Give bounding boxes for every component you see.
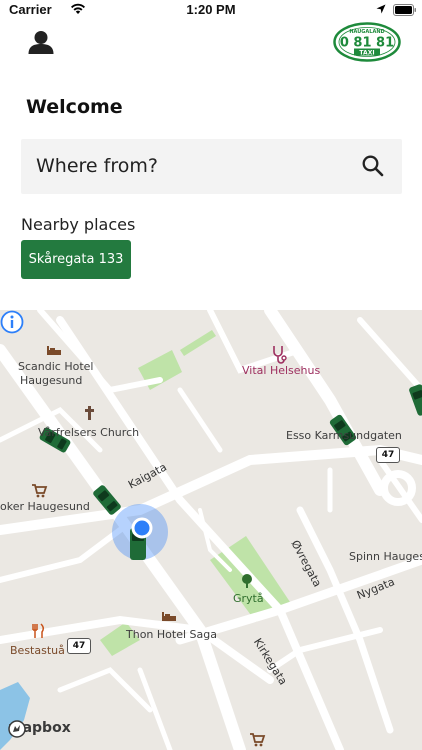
welcome-heading: Welcome — [26, 96, 123, 118]
hotel-icon — [162, 612, 176, 621]
taxi-car-icon — [409, 384, 422, 416]
map-label-scandic-1: Scandic Hotel — [18, 360, 94, 373]
map-label-spinn: Spinn Hauges — [349, 550, 422, 563]
battery-icon — [393, 4, 416, 16]
cart-icon — [32, 484, 48, 498]
logo-top-text: HAUGALAND — [349, 29, 384, 35]
road-shield: 47 — [376, 447, 400, 463]
map-label-scandic-2: Haugesund — [20, 374, 83, 387]
road — [357, 317, 422, 393]
mapbox-attribution[interactable]: mapbox — [8, 720, 71, 738]
map-label-church: Vårfrelsers Church — [38, 426, 140, 439]
logo-number: 0 81 81 — [340, 36, 394, 51]
user-location-dot — [131, 517, 153, 539]
road-shield: 47 — [67, 638, 91, 654]
road — [264, 310, 386, 496]
map-label-esso: Esso Karmsundgaten — [286, 429, 402, 442]
info-icon[interactable] — [0, 310, 24, 334]
map-label-bestastua: Bestastuå — [10, 644, 65, 657]
map-label-gryta: Grytå — [233, 592, 264, 605]
map-label-thon: Thon Hotel Saga — [126, 628, 217, 641]
status-bar: Carrier 1:20 PM — [0, 0, 422, 22]
park-strip — [180, 330, 216, 356]
road — [57, 667, 153, 713]
hotel-icon — [47, 346, 61, 355]
search-icon[interactable] — [362, 155, 384, 177]
search-bar[interactable]: Where from? — [21, 139, 402, 194]
search-placeholder[interactable]: Where from? — [36, 155, 158, 177]
location-arrow-icon — [376, 4, 386, 14]
road — [177, 387, 223, 453]
church-icon — [85, 406, 94, 420]
logo-bottom-text: TAXI — [359, 50, 374, 57]
profile-icon[interactable] — [28, 30, 54, 54]
road — [0, 527, 123, 583]
nearby-place-chip[interactable]: Skåregata 133 — [21, 240, 131, 279]
map-label-joker: oker Haugesund — [0, 500, 90, 513]
map-label-vital: Vital Helsehus — [242, 364, 321, 377]
road — [137, 667, 173, 750]
clock: 1:20 PM — [186, 2, 236, 17]
nearby-places-title: Nearby places — [21, 215, 136, 234]
mapbox-icon — [8, 720, 26, 738]
map-view[interactable]: Scandic Hotel Haugesund Vital Helsehus V… — [0, 310, 422, 750]
taxi-logo: HAUGALAND 0 81 81 TAXI — [333, 22, 401, 62]
cart-icon — [250, 733, 266, 747]
water-area — [0, 682, 30, 750]
